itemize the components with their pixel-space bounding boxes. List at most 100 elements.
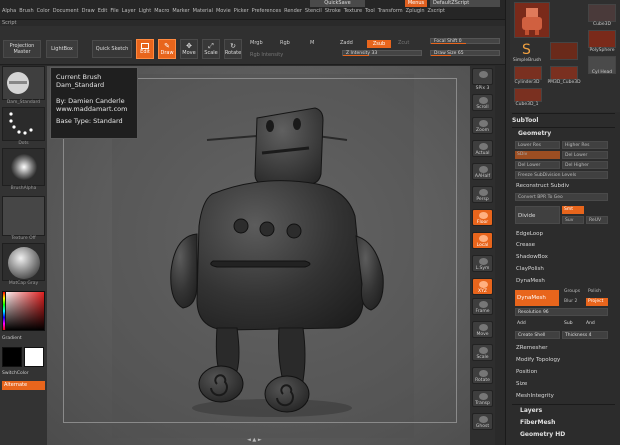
tool-thumb-pm3d[interactable]	[550, 66, 578, 80]
menu-item-layer[interactable]: Layer	[122, 8, 136, 14]
geometry-header[interactable]: Geometry	[518, 130, 551, 137]
menu-item-stencil[interactable]: Stencil	[305, 8, 322, 14]
stroke-thumbnail[interactable]	[2, 107, 45, 141]
dynamesh-button[interactable]: DynaMesh	[515, 290, 559, 306]
dynamesh-section[interactable]: DynaMesh	[516, 278, 545, 284]
menu-item-alpha[interactable]: Alpha	[2, 8, 16, 14]
transp-button[interactable]: Transp	[472, 390, 493, 407]
rotate-button[interactable]: ↻ Rotate	[224, 39, 242, 59]
menu-item-macro[interactable]: Macro	[154, 8, 169, 14]
main-color-swatch[interactable]	[2, 347, 22, 367]
menu-item-material[interactable]: Material	[193, 8, 213, 14]
sdiv-slider[interactable]: SDiv	[515, 151, 560, 159]
smt-toggle[interactable]: Smt	[562, 206, 584, 214]
and-button[interactable]: And	[584, 320, 606, 328]
menu-item-file[interactable]: File	[110, 8, 118, 14]
scale-button[interactable]: ⤢ Scale	[202, 39, 220, 59]
persp-button[interactable]: Persp	[472, 186, 493, 203]
move-button[interactable]: Move	[472, 321, 493, 338]
floor-button[interactable]: Floor	[472, 209, 493, 226]
lower-res-button[interactable]: Lower Res	[515, 141, 560, 149]
mrgb-toggle[interactable]: Mrgb	[250, 40, 263, 46]
menu-item-tool[interactable]: Tool	[365, 8, 375, 14]
quicksave-button[interactable]: QuickSave	[310, 0, 365, 7]
xyz-button[interactable]: XYZ	[472, 278, 493, 295]
zcut-toggle[interactable]: Zcut	[398, 40, 409, 46]
menu-item-zscript[interactable]: Zscript	[428, 8, 445, 14]
material-thumbnail[interactable]	[2, 243, 45, 281]
geometry-hd-header[interactable]: Geometry HD	[520, 431, 565, 438]
project-toggle[interactable]: Project	[586, 298, 608, 306]
groups-toggle[interactable]: Groups	[562, 288, 584, 296]
polish-toggle[interactable]: Polish	[586, 288, 608, 296]
menu-item-zplugin[interactable]: Zplugin	[406, 8, 425, 14]
menu-item-stroke[interactable]: Stroke	[325, 8, 341, 14]
zscript-selector[interactable]: DefaultZScript	[430, 0, 500, 7]
hue-slider[interactable]	[2, 291, 6, 331]
create-shell-button[interactable]: Create Shell	[515, 331, 560, 339]
shadowbox-section[interactable]: ShadowBox	[516, 254, 548, 260]
menu-item-edit[interactable]: Edit	[98, 8, 108, 14]
lightbox-button[interactable]: LightBox	[46, 40, 78, 58]
fibermesh-header[interactable]: FiberMesh	[520, 419, 555, 426]
brush-thumbnail[interactable]	[2, 66, 45, 100]
menu-item-color[interactable]: Color	[37, 8, 50, 14]
crease-section[interactable]: Crease	[516, 242, 535, 248]
rgb-intensity-slider[interactable]: Rgb Intensity	[250, 52, 283, 58]
canvas-scroll-arrows[interactable]: ◄ ▲ ►	[247, 437, 262, 443]
ghost-button[interactable]: Ghost	[472, 413, 493, 430]
menu-item-movie[interactable]: Movie	[216, 8, 231, 14]
del-lower-button-2[interactable]: Del Lower	[515, 161, 560, 169]
thickness-slider[interactable]: Thickness 4	[562, 331, 608, 339]
menu-item-picker[interactable]: Picker	[234, 8, 249, 14]
focal-shift-slider[interactable]: Focal Shift 0	[430, 38, 500, 44]
menu-item-document[interactable]: Document	[53, 8, 79, 14]
tool-thumb-simplebrush[interactable]: S	[514, 42, 542, 58]
aahalf-button[interactable]: AAHalf	[472, 163, 493, 180]
quick-sketch-button[interactable]: Quick Sketch	[92, 40, 132, 58]
higher-res-button[interactable]: Higher Res	[562, 141, 608, 149]
blur-slider[interactable]: Blur 2	[562, 298, 584, 306]
reconstruct-subdiv-button[interactable]: Reconstruct Subdiv	[516, 183, 569, 189]
actual-button[interactable]: Actual	[472, 140, 493, 157]
layers-header[interactable]: Layers	[520, 407, 542, 414]
meshintegrity-section[interactable]: MeshIntegrity	[516, 393, 554, 399]
menu-item-brush[interactable]: Brush	[19, 8, 33, 14]
reuv-toggle[interactable]: ReUV	[586, 216, 608, 224]
color-picker[interactable]	[2, 291, 45, 331]
tool-thumb-polysphere[interactable]	[588, 30, 616, 48]
rotate-button[interactable]: Rotate	[472, 367, 493, 384]
resolution-slider[interactable]: Resolution 96	[515, 308, 608, 316]
draw-size-slider[interactable]: Draw Size 65	[430, 50, 500, 56]
del-lower-button[interactable]: Del Lower	[562, 151, 608, 159]
freeze-subdivision-button[interactable]: Freeze SubDivision Levels	[515, 171, 608, 179]
switchcolor-button[interactable]: SwitchColor	[2, 371, 45, 376]
move-button[interactable]: ✥ Move	[180, 39, 198, 59]
modify-topology-section[interactable]: Modify Topology	[516, 357, 560, 363]
tool-thumb-cylinder3d[interactable]	[514, 66, 542, 80]
frame-button[interactable]: Frame	[472, 298, 493, 315]
size-section[interactable]: Size	[516, 381, 527, 387]
tool-thumb-cube3d-1[interactable]	[514, 88, 542, 102]
zadd-button[interactable]: Zadd	[340, 40, 353, 46]
add-button[interactable]: Add	[515, 320, 545, 328]
tool-thumb-cube3d[interactable]	[588, 4, 616, 22]
suv-toggle[interactable]: Suv	[562, 216, 584, 224]
scroll-button[interactable]: Scroll	[472, 94, 493, 111]
menu-item-render[interactable]: Render	[284, 8, 302, 14]
menu-item-transform[interactable]: Transform	[378, 8, 403, 14]
alternate-button[interactable]: Alternate	[2, 381, 45, 390]
rgb-toggle[interactable]: Rgb	[280, 40, 290, 46]
menu-item-marker[interactable]: Marker	[172, 8, 189, 14]
convert-bpr-button[interactable]: Convert BPR To Geo	[515, 193, 608, 201]
edit-button[interactable]: Edit	[136, 39, 154, 59]
draw-button[interactable]: ✎ Draw	[158, 39, 176, 59]
zadd-toggle[interactable]: Zsub	[367, 40, 391, 48]
menu-item-texture[interactable]: Texture	[344, 8, 362, 14]
menu-item-draw[interactable]: Draw	[82, 8, 95, 14]
tool-thumb-extra[interactable]	[550, 42, 578, 60]
edgeloop-section[interactable]: EdgeLoop	[516, 231, 543, 237]
zoom-button[interactable]: Zoom	[472, 117, 493, 134]
subtool-header[interactable]: SubTool	[512, 117, 538, 124]
secondary-color-swatch[interactable]	[24, 347, 44, 367]
